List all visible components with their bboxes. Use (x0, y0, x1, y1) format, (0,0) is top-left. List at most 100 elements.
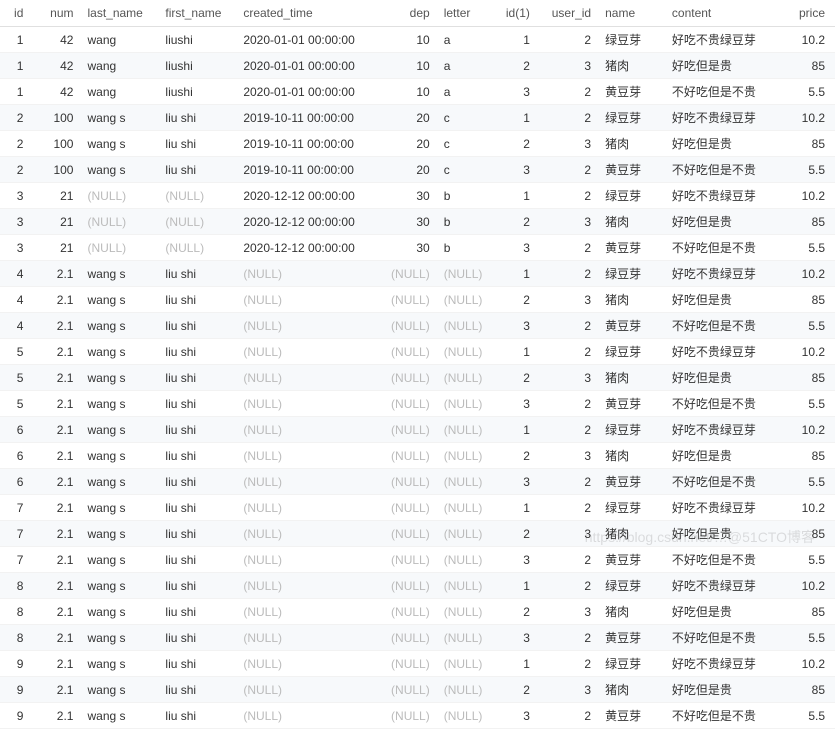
cell: 1 (495, 27, 540, 53)
table-row[interactable]: 142wangliushi2020-01-01 00:00:0010a32黄豆芽… (0, 79, 835, 105)
cell: 不好吃但是不贵 (668, 703, 779, 729)
cell: wang s (83, 547, 161, 573)
table-row[interactable]: 42.1wang sliu shi(NULL)(NULL)(NULL)23猪肉好… (0, 287, 835, 313)
cell: 2 (540, 261, 601, 287)
cell: 85 (779, 53, 835, 79)
table-row[interactable]: 142wangliushi2020-01-01 00:00:0010a12绿豆芽… (0, 27, 835, 53)
cell: 10.2 (779, 261, 835, 287)
cell: 1 (495, 651, 540, 677)
table-row[interactable]: 321(NULL)(NULL)2020-12-12 00:00:0030b12绿… (0, 183, 835, 209)
table-row[interactable]: 62.1wang sliu shi(NULL)(NULL)(NULL)12绿豆芽… (0, 417, 835, 443)
cell: c (440, 131, 496, 157)
cell: (NULL) (440, 339, 496, 365)
cell: 2.1 (33, 703, 83, 729)
cell: 好吃但是贵 (668, 677, 779, 703)
cell: (NULL) (440, 677, 496, 703)
table-row[interactable]: 52.1wang sliu shi(NULL)(NULL)(NULL)12绿豆芽… (0, 339, 835, 365)
table-row[interactable]: 72.1wang sliu shi(NULL)(NULL)(NULL)32黄豆芽… (0, 547, 835, 573)
cell: 不好吃但是不贵 (668, 79, 779, 105)
table-row[interactable]: 42.1wang sliu shi(NULL)(NULL)(NULL)32黄豆芽… (0, 313, 835, 339)
column-header-content[interactable]: content (668, 0, 779, 27)
cell: 3 (540, 131, 601, 157)
column-header-letter[interactable]: letter (440, 0, 496, 27)
table-row[interactable]: 321(NULL)(NULL)2020-12-12 00:00:0030b23猪… (0, 209, 835, 235)
table-row[interactable]: 62.1wang sliu shi(NULL)(NULL)(NULL)32黄豆芽… (0, 469, 835, 495)
table-row[interactable]: 82.1wang sliu shi(NULL)(NULL)(NULL)23猪肉好… (0, 599, 835, 625)
cell: (NULL) (239, 651, 384, 677)
cell: 2020-01-01 00:00:00 (239, 79, 384, 105)
cell: liushi (161, 79, 239, 105)
table-row[interactable]: 2100wang sliu shi2019-10-11 00:00:0020c2… (0, 131, 835, 157)
cell: 好吃但是贵 (668, 365, 779, 391)
table-row[interactable]: 2100wang sliu shi2019-10-11 00:00:0020c3… (0, 157, 835, 183)
cell: wang s (83, 443, 161, 469)
cell: 5 (0, 391, 33, 417)
cell: (NULL) (384, 339, 440, 365)
cell: 1 (495, 183, 540, 209)
cell: 绿豆芽 (601, 417, 668, 443)
table-row[interactable]: 72.1wang sliu shi(NULL)(NULL)(NULL)12绿豆芽… (0, 495, 835, 521)
cell: 6 (0, 443, 33, 469)
table-row[interactable]: 82.1wang sliu shi(NULL)(NULL)(NULL)12绿豆芽… (0, 573, 835, 599)
column-header-firstname[interactable]: first_name (161, 0, 239, 27)
cell: 不好吃但是不贵 (668, 157, 779, 183)
column-header-num[interactable]: num (33, 0, 83, 27)
cell: liushi (161, 27, 239, 53)
cell: 不好吃但是不贵 (668, 235, 779, 261)
column-header-dep[interactable]: dep (384, 0, 440, 27)
cell: 21 (33, 209, 83, 235)
column-header-userid[interactable]: user_id (540, 0, 601, 27)
cell: 黄豆芽 (601, 157, 668, 183)
cell: (NULL) (384, 521, 440, 547)
cell: 2019-10-11 00:00:00 (239, 105, 384, 131)
table-row[interactable]: 92.1wang sliu shi(NULL)(NULL)(NULL)12绿豆芽… (0, 651, 835, 677)
cell: 猪肉 (601, 443, 668, 469)
column-header-id1[interactable]: id(1) (495, 0, 540, 27)
cell: 5 (0, 365, 33, 391)
cell: 3 (495, 313, 540, 339)
table-row[interactable]: 142wangliushi2020-01-01 00:00:0010a23猪肉好… (0, 53, 835, 79)
table-row[interactable]: 52.1wang sliu shi(NULL)(NULL)(NULL)32黄豆芽… (0, 391, 835, 417)
cell: 2 (540, 157, 601, 183)
cell: (NULL) (384, 443, 440, 469)
cell: 2.1 (33, 573, 83, 599)
table-row[interactable]: 92.1wang sliu shi(NULL)(NULL)(NULL)32黄豆芽… (0, 703, 835, 729)
cell: 2 (540, 27, 601, 53)
cell: 8 (0, 625, 33, 651)
cell: 黄豆芽 (601, 235, 668, 261)
cell: 2 (540, 625, 601, 651)
column-header-price[interactable]: price (779, 0, 835, 27)
column-header-createdtime[interactable]: created_time (239, 0, 384, 27)
table-row[interactable]: 82.1wang sliu shi(NULL)(NULL)(NULL)32黄豆芽… (0, 625, 835, 651)
cell: 85 (779, 521, 835, 547)
cell: (NULL) (440, 365, 496, 391)
cell: a (440, 53, 496, 79)
cell: 猪肉 (601, 209, 668, 235)
column-header-id[interactable]: id (0, 0, 33, 27)
cell: 绿豆芽 (601, 261, 668, 287)
cell: 好吃但是贵 (668, 209, 779, 235)
cell: liu shi (161, 105, 239, 131)
cell: 10 (384, 79, 440, 105)
column-header-name[interactable]: name (601, 0, 668, 27)
cell: 好吃但是贵 (668, 443, 779, 469)
cell: (NULL) (440, 547, 496, 573)
table-row[interactable]: 62.1wang sliu shi(NULL)(NULL)(NULL)23猪肉好… (0, 443, 835, 469)
table-row[interactable]: 52.1wang sliu shi(NULL)(NULL)(NULL)23猪肉好… (0, 365, 835, 391)
cell: 2 (540, 391, 601, 417)
table-row[interactable]: 321(NULL)(NULL)2020-12-12 00:00:0030b32黄… (0, 235, 835, 261)
cell: (NULL) (384, 625, 440, 651)
cell: 3 (0, 209, 33, 235)
table-row[interactable]: 2100wang sliu shi2019-10-11 00:00:0020c1… (0, 105, 835, 131)
cell: 5 (0, 339, 33, 365)
cell: 1 (495, 339, 540, 365)
table-row[interactable]: 72.1wang sliu shi(NULL)(NULL)(NULL)23猪肉好… (0, 521, 835, 547)
cell: 好吃不贵绿豆芽 (668, 183, 779, 209)
cell: liu shi (161, 573, 239, 599)
cell: 3 (0, 235, 33, 261)
table-row[interactable]: 42.1wang sliu shi(NULL)(NULL)(NULL)12绿豆芽… (0, 261, 835, 287)
cell: 2.1 (33, 339, 83, 365)
column-header-lastname[interactable]: last_name (83, 0, 161, 27)
table-row[interactable]: 92.1wang sliu shi(NULL)(NULL)(NULL)23猪肉好… (0, 677, 835, 703)
cell: (NULL) (440, 287, 496, 313)
